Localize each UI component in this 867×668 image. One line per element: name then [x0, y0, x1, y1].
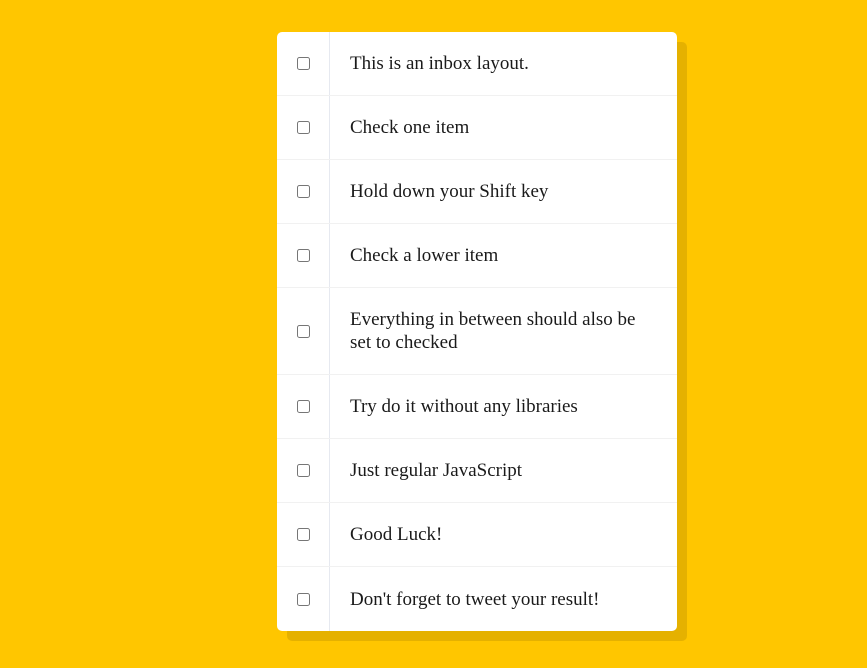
checkbox-cell [277, 503, 330, 566]
item-checkbox[interactable] [296, 249, 310, 262]
item-label: This is an inbox layout. [350, 53, 529, 74]
item-checkbox[interactable] [296, 400, 310, 413]
list-item: This is an inbox layout. [277, 32, 677, 96]
item-checkbox[interactable] [296, 185, 310, 198]
item-checkbox[interactable] [296, 592, 310, 606]
item-checkbox[interactable] [296, 528, 310, 541]
item-label: Just regular JavaScript [350, 460, 523, 481]
item-checkbox[interactable] [296, 464, 310, 477]
item-label: Check one item [350, 117, 470, 138]
item-label: Everything in between should also be set… [350, 309, 636, 353]
list-item: Everything in between should also be set… [277, 288, 677, 375]
item-label: Good Luck! [350, 524, 443, 545]
item-label: Don't forget to tweet your result! [350, 588, 600, 610]
list-item: Just regular JavaScript [277, 439, 677, 503]
item-label: Hold down your Shift key [350, 181, 549, 202]
list-item: Hold down your Shift key [277, 160, 677, 224]
checkbox-cell [277, 288, 330, 374]
list-item: Good Luck! [277, 503, 677, 567]
list-item: Try do it without any libraries [277, 375, 677, 439]
checkbox-cell [277, 160, 330, 223]
inbox-list: This is an inbox layout. Check one item … [277, 32, 677, 631]
list-item: Don't forget to tweet your result! [277, 567, 677, 631]
item-label: Check a lower item [350, 245, 499, 266]
item-label: Try do it without any libraries [350, 396, 578, 417]
item-checkbox[interactable] [296, 324, 310, 338]
checkbox-cell [277, 224, 330, 287]
checkbox-cell [277, 439, 330, 502]
checkbox-cell [277, 96, 330, 159]
list-item: Check a lower item [277, 224, 677, 288]
checkbox-cell [277, 32, 330, 95]
item-checkbox[interactable] [296, 121, 310, 134]
checkbox-cell [277, 375, 330, 438]
item-checkbox[interactable] [296, 57, 310, 70]
list-item: Check one item [277, 96, 677, 160]
checkbox-cell [277, 567, 330, 631]
